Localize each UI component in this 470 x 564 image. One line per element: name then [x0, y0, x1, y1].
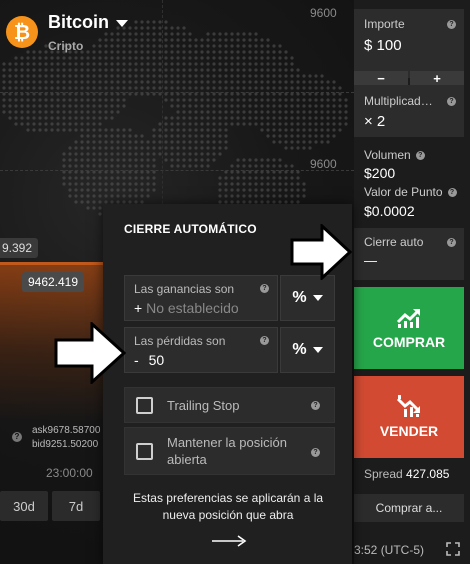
keep-position-label: Mantener la posición abierta	[167, 434, 287, 468]
volume-value: $200	[364, 165, 396, 181]
asset-name-text: Bitcoin	[48, 12, 109, 32]
clock: 3:52 (UTC-5)	[354, 543, 425, 557]
take-profit-input[interactable]: + No establecido	[134, 300, 239, 316]
spread-info: Spread 427.085	[364, 467, 449, 481]
caret-down-icon	[312, 295, 323, 301]
ask-price: ask9678.58700	[32, 425, 101, 436]
auto-close-box[interactable]: Cierre auto ? —	[354, 228, 464, 280]
timeframe-7d-button[interactable]: 7d	[52, 491, 100, 521]
sell-label: VENDER	[379, 423, 439, 439]
price-tag: 9.392	[0, 238, 38, 258]
bitcoin-icon: ₿	[6, 16, 38, 48]
price-line	[0, 262, 105, 265]
point-value-label-text: Valor de Punto	[364, 185, 443, 199]
auto-close-label-text: Cierre auto	[364, 235, 424, 249]
stop-loss-input[interactable]: - 50	[134, 352, 164, 368]
volume-label-text: Volumen	[364, 148, 411, 162]
stop-loss-unit-select[interactable]: %	[280, 327, 335, 373]
stop-loss-value: 50	[148, 352, 165, 368]
bid-price: bid9251.50200	[32, 439, 99, 450]
amount-stepper: − +	[354, 71, 464, 86]
chart-down-icon	[396, 395, 420, 417]
buy-at-button[interactable]: Comprar a...	[354, 494, 464, 522]
timeframe-30d-button[interactable]: 30d	[0, 491, 48, 521]
point-value-label: Valor de Punto ?	[364, 185, 457, 199]
amount-label-text: Importe	[364, 17, 405, 31]
take-profit-sign: +	[134, 300, 143, 316]
help-icon[interactable]: ?	[260, 284, 269, 293]
decrease-amount-button[interactable]: −	[354, 71, 408, 86]
caret-down-icon	[116, 20, 128, 27]
multiplier-label: Multiplicad… ?	[354, 85, 464, 108]
time-axis-label: 23:00:00	[46, 466, 93, 480]
increase-amount-button[interactable]: +	[410, 71, 464, 86]
asset-name: Bitcoin	[48, 12, 128, 33]
take-profit-label: Las ganancias son	[134, 282, 235, 296]
help-icon[interactable]: ?	[447, 187, 457, 197]
preferences-note: Estas preferencias se aplicarán a la nue…	[132, 491, 324, 522]
current-price-tag: 9462.419	[22, 272, 84, 292]
arrow-right-icon[interactable]	[211, 534, 247, 548]
asset-type: Cripto	[48, 39, 84, 53]
auto-close-label: Cierre auto ?	[354, 228, 464, 249]
buy-label: COMPRAR	[372, 334, 446, 350]
stop-loss-label: Las pérdidas son	[134, 334, 226, 348]
take-profit-unit-select[interactable]: %	[280, 275, 335, 321]
help-icon[interactable]: ?	[260, 336, 269, 345]
sell-button[interactable]: VENDER	[354, 376, 464, 458]
buy-button[interactable]: COMPRAR	[354, 287, 464, 369]
caret-down-icon	[312, 347, 323, 353]
amount-value[interactable]: $ 100	[354, 37, 464, 54]
keep-position-checkbox[interactable]	[136, 443, 153, 460]
help-icon[interactable]: ?	[447, 19, 456, 29]
help-icon[interactable]: ?	[12, 432, 22, 442]
pointer-arrow-icon	[54, 322, 126, 384]
popup-title: CIERRE AUTOMÁTICO	[124, 222, 257, 236]
spread-label: Spread	[364, 467, 403, 481]
take-profit-placeholder: No establecido	[146, 300, 239, 316]
stop-loss-sign: -	[134, 352, 139, 368]
price-axis-label: 9600	[310, 6, 337, 20]
point-value: $0.0002	[364, 203, 415, 219]
grid-line	[0, 92, 354, 93]
help-icon[interactable]: ?	[311, 401, 320, 410]
keep-position-row[interactable]: Mantener la posición abierta ?	[124, 427, 335, 475]
stop-loss-field[interactable]: Las pérdidas son ? - 50	[124, 327, 278, 373]
price-axis-label: 9600	[310, 157, 337, 171]
help-icon[interactable]: ?	[447, 96, 456, 106]
pointer-arrow-icon	[290, 224, 352, 280]
help-icon[interactable]: ?	[311, 448, 320, 457]
trailing-stop-label: Trailing Stop	[167, 398, 240, 413]
keep-position-label-line1: Mantener la posición	[167, 435, 287, 450]
multiplier-label-text: Multiplicad…	[364, 94, 433, 108]
help-icon[interactable]: ?	[415, 150, 425, 160]
asset-selector[interactable]: ₿ Bitcoin Cripto	[6, 12, 128, 53]
amount-label: Importe ?	[354, 9, 464, 31]
help-icon[interactable]: ?	[447, 237, 456, 247]
keep-position-label-line2: abierta	[167, 452, 207, 467]
amount-box[interactable]: Importe ? $ 100 − +	[354, 9, 464, 86]
grid-line	[0, 170, 354, 171]
take-profit-unit: %	[292, 289, 307, 306]
multiplier-box[interactable]: Multiplicad… ? × 2	[354, 85, 464, 137]
chart-up-icon	[396, 309, 420, 328]
trailing-stop-checkbox[interactable]	[136, 397, 153, 414]
trade-panel: Importe ? $ 100 − + Multiplicad… ? × 2 V…	[354, 0, 470, 564]
ask-bid-info: ? ask9678.58700 bid9251.50200	[12, 424, 100, 452]
volume-label: Volumen ?	[364, 148, 425, 162]
spread-value: 427.085	[406, 467, 450, 481]
stop-loss-unit: %	[292, 341, 307, 358]
auto-close-value: —	[364, 253, 377, 268]
trailing-stop-row[interactable]: Trailing Stop ?	[124, 387, 335, 423]
timeframe-selector: 30d 7d	[0, 491, 100, 521]
take-profit-field[interactable]: Las ganancias son ? + No establecido	[124, 275, 278, 321]
fullscreen-icon[interactable]	[446, 542, 460, 556]
multiplier-value: × 2	[364, 113, 386, 130]
